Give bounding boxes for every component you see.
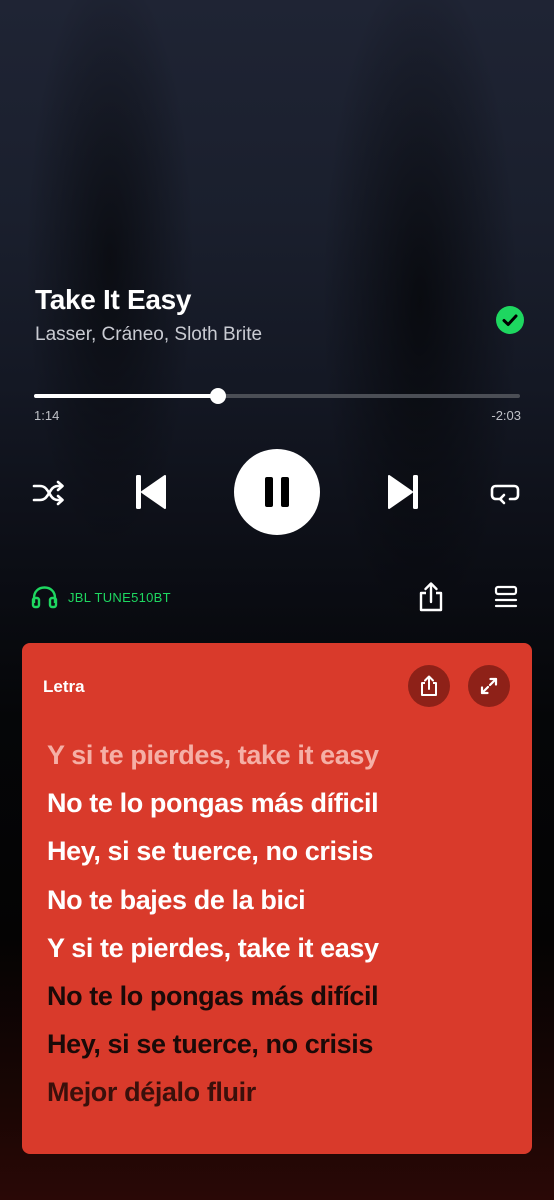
lyrics-card[interactable]: Letra Y si te pierdes, take it easy No t… <box>22 643 532 1154</box>
time-remaining: -2:03 <box>491 408 521 423</box>
next-button[interactable] <box>382 470 426 514</box>
lyric-line[interactable]: No te lo pongas más díficil <box>47 779 379 827</box>
song-artists[interactable]: Lasser, Cráneo, Sloth Brite <box>35 324 262 346</box>
device-name: JBL TUNE510BT <box>68 589 171 605</box>
lyrics-lines: Y si te pierdes, take it easy No te lo p… <box>47 731 379 1117</box>
shuffle-icon <box>32 480 64 506</box>
share-icon <box>421 675 437 696</box>
lyrics-share-button[interactable] <box>408 665 450 707</box>
connected-device[interactable]: JBL TUNE510BT <box>31 585 171 609</box>
skip-next-icon <box>388 475 418 509</box>
progress-handle[interactable] <box>209 388 226 404</box>
progress-bar[interactable] <box>34 388 520 404</box>
lyrics-header: Letra <box>43 677 85 696</box>
lyric-line-current[interactable]: Y si te pierdes, take it easy <box>47 924 379 972</box>
shuffle-button[interactable] <box>30 474 68 512</box>
expand-icon <box>480 677 498 695</box>
repeat-button[interactable] <box>486 474 524 512</box>
progress-fill <box>34 394 218 398</box>
lyric-line[interactable]: Hey, si se tuerce, no crisis <box>47 1020 379 1068</box>
queue-button[interactable] <box>490 580 522 614</box>
time-elapsed: 1:14 <box>34 408 60 423</box>
queue-icon <box>494 585 518 608</box>
previous-button[interactable] <box>128 470 172 514</box>
headphones-icon <box>31 586 58 609</box>
pause-button[interactable] <box>234 449 320 535</box>
pause-icon <box>265 477 289 507</box>
lyric-line[interactable]: No te lo pongas más difícil <box>47 972 379 1020</box>
lyric-line[interactable]: Hey, si se tuerce, no crisis <box>47 827 379 875</box>
lyric-line[interactable]: Mejor déjalo fluir <box>47 1068 379 1116</box>
skip-previous-icon <box>136 475 166 509</box>
liked-check-icon[interactable] <box>496 306 524 334</box>
song-title[interactable]: Take It Easy <box>35 284 192 316</box>
lyric-line[interactable]: Y si te pierdes, take it easy <box>47 731 379 779</box>
share-button[interactable] <box>414 580 448 614</box>
repeat-icon <box>490 484 520 505</box>
share-icon <box>419 582 443 612</box>
lyric-line[interactable]: No te bajes de la bici <box>47 876 379 924</box>
lyrics-expand-button[interactable] <box>468 665 510 707</box>
